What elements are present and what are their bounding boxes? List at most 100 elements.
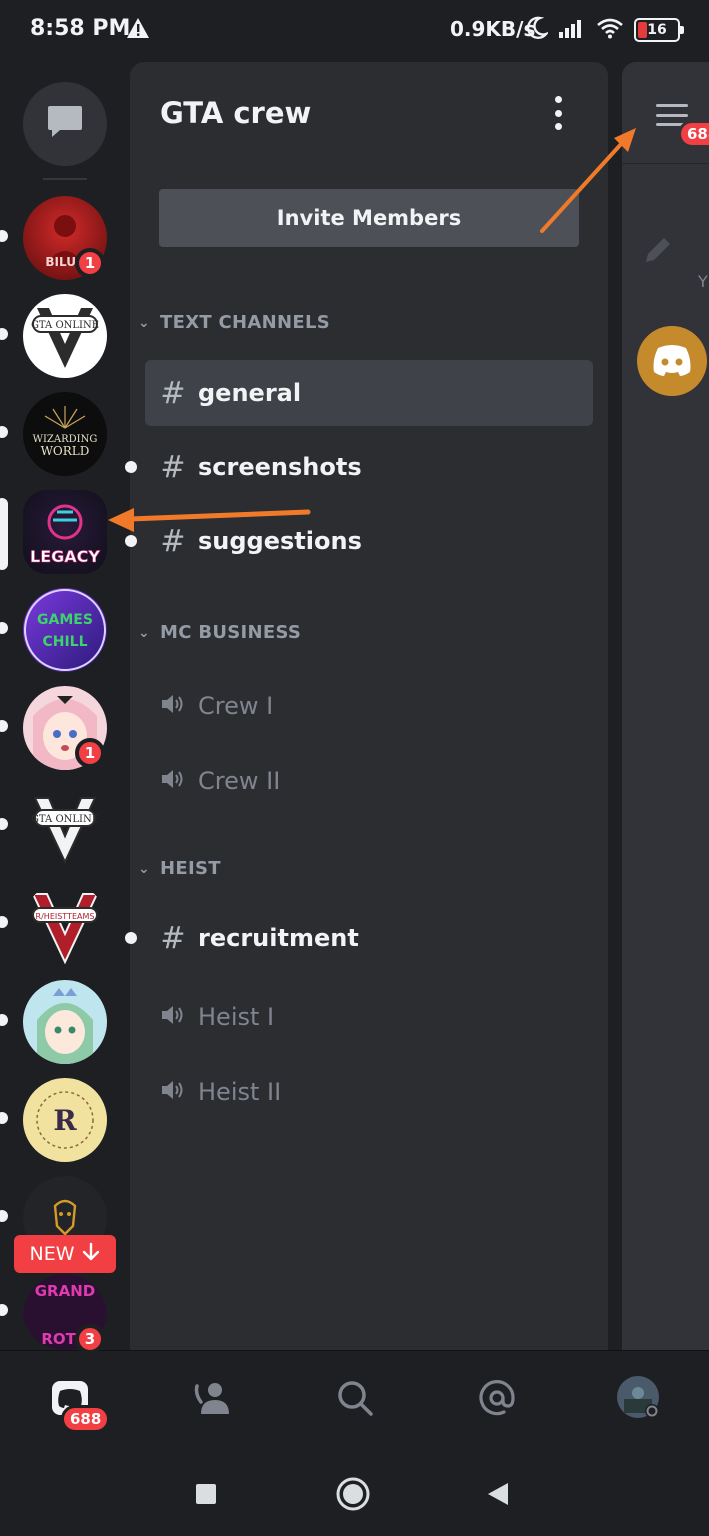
unread-indicator xyxy=(0,818,8,830)
partial-text: Y xyxy=(698,272,708,291)
home-button[interactable] xyxy=(333,1476,373,1516)
server-avatar: R/HEISTTEAMS xyxy=(23,882,107,966)
mention-badge: 3 xyxy=(75,1324,105,1354)
guild-name[interactable]: GTA crew xyxy=(160,96,311,130)
voice-channel-heist-2[interactable]: Heist II xyxy=(145,1059,593,1125)
battery-icon: 16 xyxy=(634,18,684,42)
circle-icon xyxy=(335,1476,371,1516)
speaker-icon xyxy=(160,1000,186,1035)
nav-friends[interactable] xyxy=(188,1375,238,1425)
server-icon[interactable]: GTA ONLINE xyxy=(23,784,107,868)
nav-search[interactable] xyxy=(330,1375,380,1425)
discord-avatar xyxy=(637,326,707,396)
channel-screenshots[interactable]: # screenshots xyxy=(125,434,593,500)
rail-divider xyxy=(43,178,87,180)
channel-suggestions[interactable]: # suggestions xyxy=(125,508,593,574)
server-icon[interactable]: R/HEISTTEAMS xyxy=(23,882,107,966)
server-icon[interactable]: 1 xyxy=(23,686,107,770)
unread-indicator xyxy=(0,1014,8,1026)
server-avatar: GTA ONLINE xyxy=(23,294,107,378)
hash-icon: # xyxy=(160,375,186,411)
network-speed: 0.9KB/s xyxy=(450,17,536,41)
channel-general[interactable]: # general xyxy=(145,360,593,426)
system-navigation-bar xyxy=(0,1450,709,1536)
channel-name: Crew I xyxy=(198,692,274,720)
new-pill-label: NEW xyxy=(29,1243,75,1265)
selected-indicator xyxy=(0,498,8,570)
server-avatar: WIZARDING WORLD xyxy=(23,392,107,476)
channel-name: general xyxy=(198,379,302,407)
voice-channel-crew-2[interactable]: Crew II xyxy=(145,748,593,814)
server-avatar: LEGACY xyxy=(23,490,107,574)
user-avatar xyxy=(616,1375,662,1425)
server-rail: BILUS 1 GTA ONLINE WIZARDING WORLD LEGACY… xyxy=(0,62,130,1354)
server-avatar: GAMES CHILL xyxy=(23,588,107,672)
svg-text:GAMES: GAMES xyxy=(37,612,93,628)
chevron-down-icon: ⌄ xyxy=(138,860,151,877)
server-icon[interactable]: WIZARDING WORLD xyxy=(23,392,107,476)
server-icon[interactable]: GAMES CHILL xyxy=(23,588,107,672)
category-heist[interactable]: ⌄ HEIST xyxy=(138,858,221,879)
hash-icon: # xyxy=(160,920,186,956)
server-icon[interactable]: LEGACY xyxy=(23,490,107,574)
channel-name: suggestions xyxy=(198,527,362,555)
channel-recruitment[interactable]: # recruitment xyxy=(125,905,593,971)
mention-badge: 1 xyxy=(75,248,105,278)
chat-peek-panel[interactable]: 688 Y xyxy=(622,62,709,1350)
more-options-icon[interactable] xyxy=(548,96,568,130)
status-bar: 8:58 PM 0.9KB/s 16 xyxy=(0,0,709,62)
server-icon[interactable] xyxy=(23,980,107,1064)
speaker-icon xyxy=(160,689,186,724)
new-unreads-button[interactable]: NEW xyxy=(14,1235,116,1273)
hash-icon: # xyxy=(160,449,186,485)
svg-text:CHILL: CHILL xyxy=(42,634,87,650)
unread-indicator xyxy=(0,1304,8,1316)
recent-apps-button[interactable] xyxy=(186,1476,226,1516)
square-icon xyxy=(194,1482,218,1510)
svg-text:R: R xyxy=(53,1104,77,1137)
svg-text:GRAND: GRAND xyxy=(35,1282,95,1300)
unread-indicator xyxy=(0,1112,8,1124)
notification-badge: 688 xyxy=(678,120,709,148)
channel-name: screenshots xyxy=(198,453,362,481)
battery-level: 16 xyxy=(647,22,667,38)
category-label: HEIST xyxy=(160,858,221,879)
invite-members-button[interactable]: Invite Members xyxy=(159,189,579,247)
moon-icon xyxy=(526,16,550,44)
home-badge: 688 xyxy=(61,1405,111,1433)
triangle-back-icon xyxy=(486,1481,510,1511)
unread-indicator xyxy=(125,461,137,473)
server-icon[interactable]: BILUS 1 xyxy=(23,196,107,280)
voice-channel-heist-1[interactable]: Heist I xyxy=(145,984,593,1050)
chevron-down-icon: ⌄ xyxy=(138,314,151,331)
unread-indicator xyxy=(0,426,8,438)
svg-text:LEGACY: LEGACY xyxy=(30,547,100,566)
category-label: MC BUSINESS xyxy=(160,622,302,643)
signal-icon xyxy=(558,17,586,43)
svg-text:R/HEISTTEAMS: R/HEISTTEAMS xyxy=(36,912,95,921)
speaker-icon xyxy=(160,1075,186,1110)
server-avatar xyxy=(23,980,107,1064)
speaker-icon xyxy=(160,764,186,799)
category-text-channels[interactable]: ⌄ TEXT CHANNELS xyxy=(138,312,330,333)
voice-channel-crew-1[interactable]: Crew I xyxy=(145,673,593,739)
nav-profile[interactable] xyxy=(614,1375,664,1425)
server-icon[interactable]: GTA ONLINE xyxy=(23,294,107,378)
arrow-down-icon xyxy=(81,1242,101,1267)
server-icon[interactable]: R xyxy=(23,1078,107,1162)
svg-text:GTA ONLINE: GTA ONLINE xyxy=(31,814,99,825)
nav-home[interactable]: 688 xyxy=(45,1375,111,1433)
friends-icon xyxy=(193,1380,233,1420)
category-label: TEXT CHANNELS xyxy=(160,312,330,333)
direct-messages-button[interactable] xyxy=(23,82,107,166)
nav-mentions[interactable] xyxy=(472,1375,522,1425)
category-mc-business[interactable]: ⌄ MC BUSINESS xyxy=(138,622,301,643)
status-time: 8:58 PM xyxy=(30,16,131,41)
at-sign-icon xyxy=(478,1379,516,1421)
bottom-navigation: 688 xyxy=(0,1350,709,1450)
back-button[interactable] xyxy=(478,1476,518,1516)
svg-text:GTA ONLINE: GTA ONLINE xyxy=(31,320,99,331)
hash-icon: # xyxy=(160,523,186,559)
wifi-icon xyxy=(596,17,624,43)
server-avatar: R xyxy=(23,1078,107,1162)
